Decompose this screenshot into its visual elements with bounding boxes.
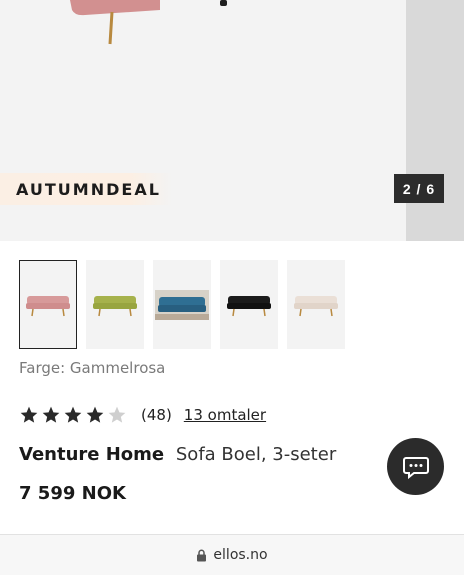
review-count: (48) — [141, 406, 172, 424]
thumbnail-blue[interactable] — [153, 260, 211, 349]
sofa-thumbnail-icon — [26, 295, 70, 316]
promo-badge: AUTUMNDEAL — [0, 173, 172, 205]
sofa-thumbnail-icon — [294, 295, 338, 316]
sofa-thumbnail-icon — [227, 295, 271, 316]
brand-name[interactable]: Venture Home — [19, 444, 164, 465]
star-filled-icon — [86, 406, 104, 423]
star-filled-icon — [20, 406, 38, 423]
chat-bubble-icon — [402, 456, 429, 479]
thumbnail-gammelrosa[interactable] — [19, 260, 77, 349]
thumbnail-beige[interactable] — [287, 260, 345, 349]
product-image-carousel[interactable]: AUTUMNDEAL 2 / 6 — [0, 0, 464, 241]
thumbnail-green[interactable] — [86, 260, 144, 349]
reviews-link[interactable]: 13 omtaler — [184, 406, 266, 424]
next-image-preview[interactable] — [406, 0, 464, 241]
sofa-image — [70, 0, 227, 45]
thumbnail-strip — [19, 260, 345, 349]
star-rating — [19, 405, 127, 425]
product-price: 7 599 NOK — [19, 483, 126, 504]
star-filled-icon — [42, 406, 60, 423]
thumbnail-black[interactable] — [220, 260, 278, 349]
product-title: Venture Home Sofa Boel, 3-seter — [19, 444, 336, 465]
selected-color-label: Farge: Gammelrosa — [19, 359, 166, 377]
product-name: Sofa Boel, 3-seter — [175, 444, 337, 465]
sofa-thumbnail-icon — [155, 289, 209, 320]
image-pager: 2 / 6 — [394, 174, 444, 203]
browser-url-bar[interactable]: ellos.no — [0, 535, 464, 575]
lock-icon — [197, 549, 207, 561]
rating-row: (48) 13 omtaler — [19, 405, 266, 425]
star-empty-icon — [108, 406, 126, 423]
url-text: ellos.no — [213, 547, 268, 563]
chat-button[interactable] — [387, 438, 444, 495]
star-filled-icon — [64, 406, 82, 423]
sofa-thumbnail-icon — [93, 295, 137, 316]
